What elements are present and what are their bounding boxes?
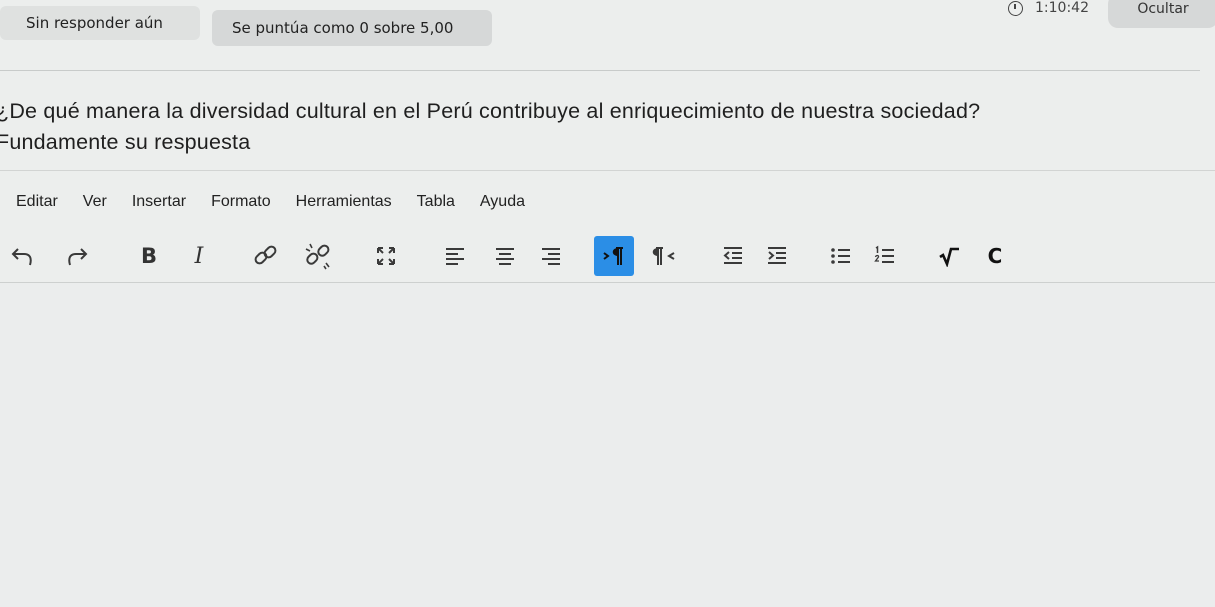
align-right-button[interactable]	[536, 240, 566, 272]
bold-icon: B	[140, 244, 157, 268]
bullet-list-icon	[831, 248, 850, 264]
status-text: Sin responder aún	[26, 14, 163, 32]
menu-format[interactable]: Formato	[211, 193, 271, 211]
grade-badge: Se puntúa como 0 sobre 5,00	[212, 10, 492, 46]
align-center-button[interactable]	[490, 240, 520, 272]
fullscreen-icon	[377, 247, 395, 265]
editor-toolbar: B I C	[0, 236, 1215, 280]
redo-button[interactable]	[60, 240, 94, 272]
grade-text: Se puntúa como 0 sobre 5,00	[232, 19, 454, 37]
numbered-list-button[interactable]	[870, 240, 900, 272]
menu-edit[interactable]: Editar	[16, 193, 58, 211]
numbered-list-icon	[874, 245, 894, 263]
editor-top-border	[0, 170, 1215, 171]
indent-button[interactable]	[762, 240, 792, 272]
align-center-icon	[496, 248, 514, 265]
italic-button[interactable]: I	[184, 240, 214, 272]
fullscreen-button[interactable]	[368, 240, 404, 272]
link-icon	[254, 245, 277, 265]
timer: 1:10:42	[1008, 0, 1089, 22]
undo-icon	[11, 248, 32, 266]
question-line-1: ¿De qué manera la diversidad cultural en…	[0, 99, 981, 123]
answer-editor-area[interactable]	[0, 283, 1215, 607]
align-right-icon	[542, 248, 560, 265]
align-left-icon	[446, 248, 464, 265]
outdent-icon	[723, 247, 742, 264]
outdent-button[interactable]	[718, 240, 748, 272]
header-divider	[0, 70, 1200, 71]
link-button[interactable]	[248, 240, 284, 272]
chemistry-icon: C	[987, 244, 1003, 268]
chemistry-button[interactable]: C	[980, 240, 1010, 272]
status-badge: Sin responder aún	[0, 6, 200, 40]
menu-view[interactable]: Ver	[83, 193, 107, 211]
rtl-button[interactable]	[648, 240, 682, 272]
unlink-icon	[305, 243, 330, 270]
indent-icon	[768, 247, 786, 264]
question-line-2: Fundamente su respuesta	[0, 130, 251, 154]
timer-text: 1:10:42	[1035, 0, 1089, 16]
unlink-button[interactable]	[298, 240, 338, 272]
undo-button[interactable]	[6, 240, 40, 272]
italic-icon: I	[194, 243, 204, 269]
hide-button-label: Ocultar	[1137, 1, 1189, 17]
bullet-list-button[interactable]	[826, 240, 856, 272]
rtl-icon	[652, 247, 675, 265]
menu-insert[interactable]: Insertar	[132, 193, 186, 211]
equation-icon	[939, 247, 959, 267]
clock-icon	[1008, 0, 1023, 16]
align-left-button[interactable]	[440, 240, 470, 272]
redo-icon	[68, 248, 88, 266]
menu-help[interactable]: Ayuda	[480, 193, 525, 211]
ltr-button[interactable]	[594, 236, 634, 276]
editor-menu-bar: Editar Ver Insertar Formato Herramientas…	[16, 193, 550, 211]
question-text: ¿De qué manera la diversidad cultural en…	[0, 96, 1206, 158]
menu-table[interactable]: Tabla	[417, 193, 455, 211]
equation-button[interactable]	[934, 240, 964, 272]
bold-button[interactable]: B	[134, 240, 164, 272]
menu-tools[interactable]: Herramientas	[296, 193, 392, 211]
ltr-icon	[603, 247, 623, 265]
hide-timer-button[interactable]: Ocultar	[1108, 0, 1215, 28]
